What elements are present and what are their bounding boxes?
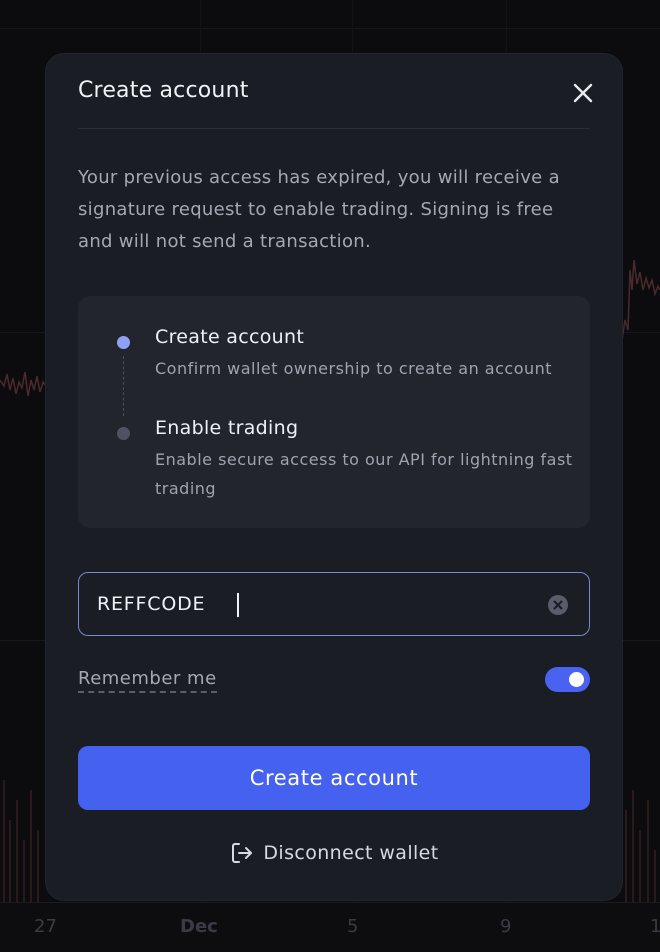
close-icon [573,83,593,103]
close-button[interactable] [568,78,598,108]
backdrop-volume-bars [625,790,656,902]
step-description: Confirm wallet ownership to create an ac… [155,359,553,378]
step-title: Create account [155,326,305,348]
create-account-modal: Create account Your previous access has … [46,54,622,900]
logout-icon [232,843,253,863]
step-active-dot [117,336,130,349]
onboarding-steps: Create account Confirm wallet ownership … [78,296,590,528]
disconnect-wallet-button[interactable]: Disconnect wallet [46,838,622,868]
remember-me-label[interactable]: Remember me [78,668,217,693]
backdrop-price-line [622,259,660,341]
intro-text: Your previous access has expired, you wi… [78,167,560,252]
step-title: Enable trading [155,417,299,439]
backdrop-gridline [0,28,660,29]
backdrop-volume-bars [3,780,39,902]
disconnect-wallet-label: Disconnect wallet [263,842,439,864]
backdrop-price-line [0,371,46,397]
backdrop-time-axis [0,902,660,952]
axis-tick-label: 27 [34,916,57,937]
step-description: Enable secure access to our API for ligh… [155,450,573,498]
header-divider [78,128,590,129]
step-connector [123,356,124,416]
clear-icon [548,595,568,615]
text-caret [237,593,239,617]
toggle-knob [569,672,584,687]
axis-tick-label: 1 [650,916,660,937]
axis-tick-label: 9 [500,916,512,937]
axis-tick-label: Dec [180,916,218,937]
referral-code-field[interactable] [78,572,590,636]
axis-tick-label: 5 [347,916,359,937]
step-pending-dot [117,427,130,440]
modal-title: Create account [78,78,249,103]
create-account-button[interactable]: Create account [78,746,590,810]
clear-input-button[interactable] [548,595,568,615]
referral-code-input[interactable] [97,573,527,635]
remember-me-toggle[interactable] [545,667,590,692]
